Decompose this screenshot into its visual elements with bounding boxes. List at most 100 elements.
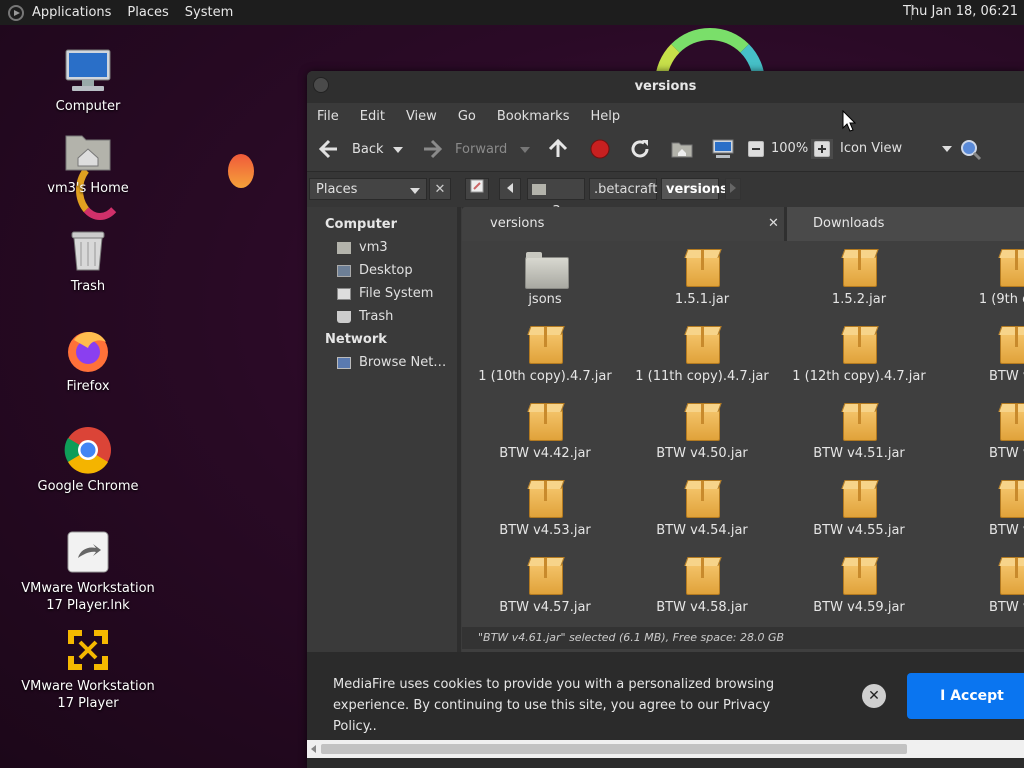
back-history-dropdown[interactable] [393, 147, 403, 153]
sidebar-item-browse-network[interactable]: Browse Net… [307, 351, 457, 374]
horizontal-scrollbar[interactable] [307, 740, 1024, 758]
zoom-out-icon [748, 141, 764, 157]
menu-view[interactable]: View [406, 109, 437, 124]
desktop-icon-computer[interactable]: Computer [18, 46, 158, 115]
back-button[interactable]: Back [317, 138, 384, 160]
zoom-in-icon [814, 141, 830, 157]
close-icon: ✕ [434, 182, 446, 197]
file-label: BTW v4. [989, 600, 1024, 615]
sidebar-mode-select[interactable]: Places [309, 178, 427, 200]
file-label: 1.5.2.jar [831, 292, 887, 307]
file-item[interactable]: BTW v4. [941, 557, 1024, 615]
file-item[interactable]: BTW v4.51.jar [784, 403, 934, 461]
jar-archive-icon [839, 249, 879, 289]
places-menu[interactable]: Places [127, 5, 168, 20]
scrollbar-thumb[interactable] [321, 744, 907, 754]
file-label: BTW v4. [989, 523, 1024, 538]
sidebar-item-label: File System [359, 286, 434, 301]
view-mode-select[interactable]: Icon View [840, 141, 953, 156]
clock[interactable]: Thu Jan 18, 06:21 [903, 4, 1018, 19]
sidebar-item-trash[interactable]: Trash [307, 305, 457, 328]
tab-versions[interactable]: versions ✕ [462, 207, 784, 241]
sidebar-item-filesystem[interactable]: File System [307, 282, 457, 305]
computer-icon [712, 139, 734, 158]
distro-logo-icon[interactable] [8, 4, 24, 21]
cookie-close-button[interactable]: ✕ [862, 684, 886, 708]
forward-history-dropdown[interactable] [520, 147, 530, 153]
file-item[interactable]: 1 (9th copy [941, 249, 1024, 307]
desktop-icon-trash[interactable]: Trash [18, 226, 158, 295]
accept-cookies-button[interactable]: I Accept [907, 673, 1024, 719]
file-item[interactable]: 1 (12th copy).4.7.jar [784, 326, 934, 384]
path-scroll-right-button[interactable] [725, 178, 741, 200]
zoom-out-button[interactable] [748, 141, 764, 157]
computer-button[interactable] [711, 138, 735, 160]
file-label: BTW v4.50.jar [656, 446, 748, 461]
desktop-icon-label: Computer [55, 99, 121, 114]
desktop-icon-vmware-shortcut[interactable]: VMware Workstation 17 Player.lnk [18, 528, 158, 614]
desktop-icon-label: vm3's Home [47, 181, 129, 196]
path-scroll-left-button[interactable] [499, 178, 521, 200]
close-sidebar-button[interactable]: ✕ [429, 178, 451, 200]
sidebar-item-vm3[interactable]: vm3 [307, 236, 457, 259]
file-item[interactable]: BTW v4.57.jar [470, 557, 620, 615]
menu-go[interactable]: Go [458, 109, 476, 124]
trash-icon [337, 310, 351, 323]
toggle-location-entry-button[interactable] [465, 178, 489, 200]
up-button[interactable] [547, 138, 569, 160]
home-folder-icon [532, 184, 546, 195]
home-button[interactable] [671, 138, 693, 160]
file-label: 1 (11th copy).4.7.jar [635, 369, 769, 384]
menu-bookmarks[interactable]: Bookmarks [497, 109, 570, 124]
file-item[interactable]: 1 (11th copy).4.7.jar [627, 326, 777, 384]
scroll-left-arrow-icon[interactable] [311, 745, 316, 753]
applications-menu[interactable]: Applications [32, 5, 111, 20]
search-button[interactable] [959, 138, 983, 162]
file-item[interactable]: 1.5.1.jar [627, 249, 777, 307]
file-label: 1 (9th copy [978, 292, 1024, 307]
menu-edit[interactable]: Edit [360, 109, 385, 124]
menu-file[interactable]: File [317, 109, 339, 124]
chevron-down-icon [410, 188, 420, 194]
breadcrumb-betacraft[interactable]: .betacraft [589, 178, 657, 200]
reload-button[interactable] [629, 138, 651, 160]
forward-button[interactable]: Forward [422, 138, 507, 160]
places-sidebar: Computer vm3 Desktop File System Trash N… [307, 207, 461, 697]
stop-button[interactable] [590, 139, 610, 159]
chevron-down-icon [942, 145, 953, 152]
vmware-icon [64, 626, 112, 674]
tab-downloads[interactable]: Downloads [787, 207, 1024, 241]
file-item[interactable]: jsons [470, 249, 620, 307]
back-arrow-icon [318, 139, 337, 159]
file-item[interactable]: BTW v4.59.jar [784, 557, 934, 615]
window-titlebar[interactable]: versions [307, 71, 1024, 103]
file-item[interactable]: BTW v4.58.jar [627, 557, 777, 615]
zoom-in-button[interactable] [811, 139, 833, 159]
file-item[interactable]: BTW v4.50.jar [627, 403, 777, 461]
menu-help[interactable]: Help [590, 109, 620, 124]
file-item[interactable]: BTW v4. [941, 480, 1024, 538]
desktop-icon-home[interactable]: vm3's Home [18, 128, 158, 197]
chevron-down-icon [393, 147, 403, 153]
file-item[interactable]: BTW v4.55.jar [784, 480, 934, 538]
file-item[interactable]: BTW v4. [941, 403, 1024, 461]
file-label: 1 (10th copy).4.7.jar [478, 369, 612, 384]
file-label: BTW v4. [989, 446, 1024, 461]
zoom-level[interactable]: 100% [771, 141, 808, 156]
file-item[interactable]: 1.5.2.jar [784, 249, 934, 307]
file-item[interactable]: BTW v4.53.jar [470, 480, 620, 538]
sidebar-item-desktop[interactable]: Desktop [307, 259, 457, 282]
breadcrumb-versions[interactable]: versions [661, 178, 728, 200]
close-tab-icon[interactable]: ✕ [768, 207, 779, 241]
desktop-icon-chrome[interactable]: Google Chrome [18, 426, 158, 495]
system-menu[interactable]: System [185, 5, 233, 20]
desktop-icon-label: Firefox [66, 379, 110, 394]
file-item[interactable]: BTW v4. [941, 326, 1024, 384]
file-item[interactable]: BTW v4.42.jar [470, 403, 620, 461]
file-item[interactable]: 1 (10th copy).4.7.jar [470, 326, 620, 384]
file-item[interactable]: BTW v4.54.jar [627, 480, 777, 538]
sidebar-mode-label: Places [316, 182, 358, 197]
breadcrumb-vm3[interactable]: vm3 [527, 178, 585, 219]
desktop-icon-vmware[interactable]: VMware Workstation 17 Player [18, 626, 158, 712]
desktop-icon-firefox[interactable]: Firefox [18, 326, 158, 395]
